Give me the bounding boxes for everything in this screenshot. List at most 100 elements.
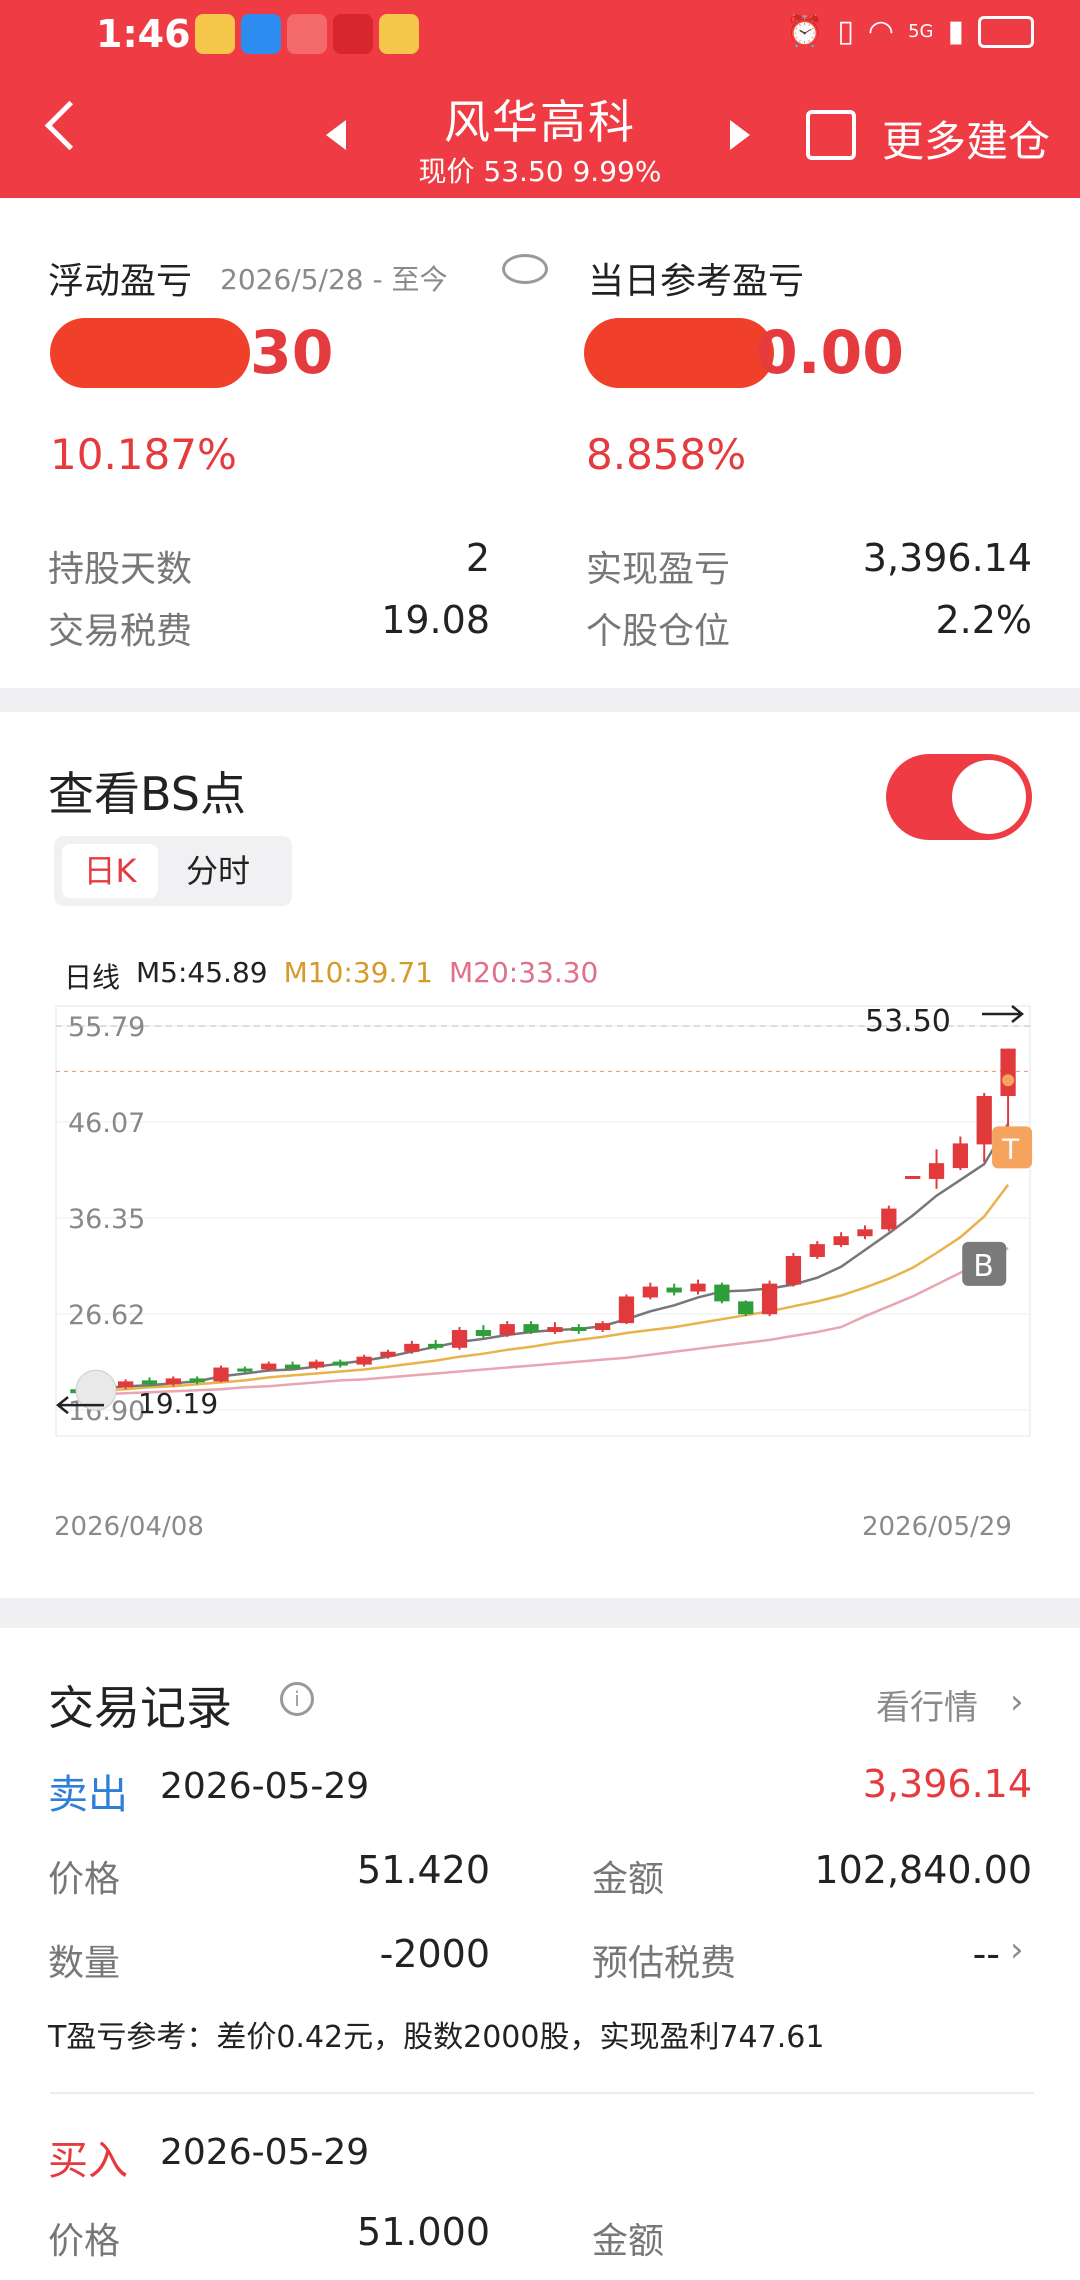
low-price-label: 19.19 xyxy=(138,1387,218,1420)
sell-date: 2026-05-29 xyxy=(160,1766,370,1807)
float-pnl-pct: 10.187% xyxy=(50,430,237,479)
trade-records-card: 交易记录 i 看行情 › 卖出 2026-05-29 3,396.14 价格 5… xyxy=(0,1628,1080,2280)
legend-m10: M10:39.71 xyxy=(283,956,433,989)
status-system-icons: ⏰ ▯ ◠ 5G ▮ xyxy=(786,14,1034,49)
wifi-icon: ◠ xyxy=(867,14,895,49)
float-pnl-label: 浮动盈亏 xyxy=(48,261,193,302)
sell-tax-label: 预估税费 xyxy=(592,1943,737,1984)
divider xyxy=(50,2092,1034,2094)
legend-daily: 日线 xyxy=(64,961,121,994)
candle-body xyxy=(952,1143,969,1169)
realized-pnl-value: 3,396.14 xyxy=(862,536,1032,580)
view-quote-link[interactable]: 看行情 xyxy=(876,1680,978,1729)
candle-body xyxy=(165,1378,181,1385)
more-build-position-button[interactable]: 更多建仓 xyxy=(882,108,1050,169)
sell-tax[interactable]: -- xyxy=(860,1932,1000,1976)
tab-intraday[interactable]: 分时 xyxy=(186,844,250,898)
candle-body xyxy=(714,1284,730,1302)
pnl-card: 浮动盈亏 2026/5/28 - 至今 当日参考盈亏 30 0.00 10.18… xyxy=(0,198,1080,688)
sell-marker-label: T xyxy=(1001,1132,1020,1165)
bs-card: 查看BS点 日K 分时 日线 M5:45.89 M10:39.71 M20:33… xyxy=(0,712,1080,1598)
buy-type: 买入 xyxy=(48,2138,128,2184)
candle-body xyxy=(928,1163,945,1179)
candle-body xyxy=(642,1286,658,1298)
candle-body xyxy=(332,1361,348,1366)
tab-daily-k[interactable]: 日K xyxy=(62,844,158,898)
share-icon[interactable] xyxy=(806,110,856,160)
sell-price: 51.420 xyxy=(357,1848,490,1892)
sell-qty: -2000 xyxy=(379,1932,490,1976)
chart-end-date: 2026/05/29 xyxy=(862,1512,1012,1542)
candle-body xyxy=(308,1361,325,1368)
candle-body xyxy=(499,1324,515,1335)
status-time: 1:46 xyxy=(96,12,191,56)
y-tick-label: 55.79 xyxy=(68,1012,145,1043)
signal-icon: ▮ xyxy=(947,14,964,49)
eye-icon[interactable] xyxy=(502,254,548,284)
network-label: 5G xyxy=(908,21,934,42)
legend-m5: M5:45.89 xyxy=(136,956,268,989)
buy-price: 51.000 xyxy=(357,2210,490,2254)
legend-m20: M20:33.30 xyxy=(448,956,599,989)
y-tick-label: 46.07 xyxy=(68,1108,145,1139)
candle-body xyxy=(428,1343,444,1348)
candle-body xyxy=(547,1327,563,1332)
candle-body xyxy=(761,1283,778,1315)
buy-date: 2026-05-29 xyxy=(160,2132,370,2173)
realized-pnl-label: 实现盈亏 xyxy=(586,549,731,590)
y-tick-label: 36.35 xyxy=(68,1204,145,1235)
info-icon[interactable]: i xyxy=(280,1682,314,1716)
candle-body xyxy=(189,1378,205,1383)
redaction-scribble xyxy=(50,318,250,388)
alarm-icon: ⏰ xyxy=(786,14,824,49)
sell-amount: 102,840.00 xyxy=(814,1848,1032,1892)
candle-body xyxy=(1000,1048,1016,1097)
sell-amount-label: 金额 xyxy=(592,1859,665,1900)
next-stock-icon[interactable] xyxy=(730,120,750,150)
candle-body xyxy=(881,1208,897,1230)
candle-body xyxy=(380,1351,396,1357)
candle-body xyxy=(905,1175,921,1179)
trade-fee-label: 交易税费 xyxy=(48,611,193,652)
toggle-knob xyxy=(952,760,1026,834)
day-pnl-pct: 8.858% xyxy=(586,430,747,479)
candle-body xyxy=(666,1287,682,1293)
candle-body xyxy=(571,1327,587,1332)
y-tick-label: 26.62 xyxy=(68,1300,145,1331)
t-pnl-note: T盈亏参考：差价0.42元，股数2000股，实现盈利747.61 xyxy=(48,2020,825,2055)
candle-body xyxy=(857,1229,873,1237)
candle-body xyxy=(809,1244,825,1257)
candle-body xyxy=(690,1283,706,1292)
holding-days-label: 持股天数 xyxy=(48,549,193,590)
battery-icon xyxy=(978,15,1034,48)
buy-amount-label: 金额 xyxy=(592,2221,665,2262)
candle-body xyxy=(594,1323,611,1331)
trade-fee-value: 19.08 xyxy=(381,598,490,642)
weibo-icon xyxy=(195,14,235,54)
bs-toggle[interactable] xyxy=(886,754,1032,840)
chart-start-date: 2026/04/08 xyxy=(54,1512,204,1542)
records-title: 交易记录 xyxy=(48,1681,232,1735)
sell-qty-label: 数量 xyxy=(48,1943,121,1984)
vibrate-icon: ▯ xyxy=(837,14,854,49)
trade-dot xyxy=(1002,1074,1015,1087)
candle-body xyxy=(833,1236,849,1246)
buy-marker-label: B xyxy=(973,1249,994,1284)
candle-body xyxy=(976,1096,992,1145)
day-pnl-value: 0.00 xyxy=(756,318,905,388)
candle-body xyxy=(117,1381,134,1388)
candle-body xyxy=(261,1363,277,1370)
position-ratio-label: 个股仓位 xyxy=(586,611,731,652)
status-notification-icons xyxy=(195,14,419,54)
shield-icon xyxy=(241,14,281,54)
huawei-icon xyxy=(287,14,327,54)
candle-body xyxy=(451,1330,468,1348)
candle-body xyxy=(475,1330,492,1336)
candlestick-chart[interactable]: 55.7946.0736.3526.6216.9053.50BT19.19 xyxy=(0,1002,1080,1502)
candle-body xyxy=(356,1356,372,1365)
chevron-right-icon: › xyxy=(1010,1930,1024,1970)
float-pnl-value: 30 xyxy=(250,318,334,388)
sell-profit: 3,396.14 xyxy=(862,1762,1032,1806)
bs-title: 查看BS点 xyxy=(48,767,246,821)
ma-legend: 日线 M5:45.89 M10:39.71 M20:33.30 xyxy=(64,956,598,996)
